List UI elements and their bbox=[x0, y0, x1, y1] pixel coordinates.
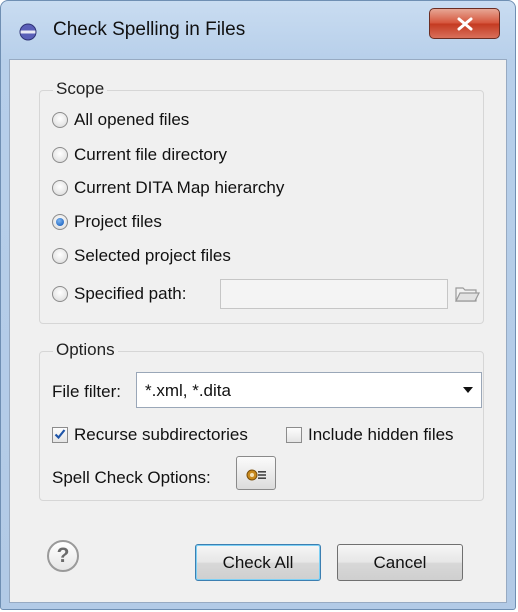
radio-label: Selected project files bbox=[74, 246, 231, 265]
file-filter-combo[interactable]: *.xml, *.dita bbox=[136, 372, 482, 408]
hidden-files-label: Include hidden files bbox=[308, 425, 454, 444]
scope-legend: Scope bbox=[53, 79, 108, 99]
window-title: Check Spelling in Files bbox=[53, 19, 246, 40]
radio-all-opened-files[interactable]: All opened files bbox=[52, 110, 189, 130]
radio-button[interactable] bbox=[52, 248, 68, 264]
options-group: Options File filter: *.xml, *.dita Recur… bbox=[39, 340, 484, 501]
radio-selected-project-files[interactable]: Selected project files bbox=[52, 246, 231, 266]
radio-current-dita-map-hierarchy[interactable]: Current DITA Map hierarchy bbox=[52, 178, 284, 198]
checkmark-icon bbox=[54, 429, 66, 440]
hidden-files-checkbox[interactable] bbox=[286, 427, 302, 443]
check-all-button[interactable]: Check All bbox=[195, 544, 321, 581]
recurse-checkbox[interactable] bbox=[52, 427, 68, 443]
radio-project-files[interactable]: Project files bbox=[52, 212, 162, 232]
dialog-window: Check Spelling in Files Scope All opened… bbox=[0, 0, 516, 610]
radio-button[interactable] bbox=[52, 180, 68, 196]
dialog-body: Scope All opened files Current file dire… bbox=[9, 59, 507, 603]
cancel-button[interactable]: Cancel bbox=[337, 544, 463, 581]
recurse-subdirectories-option[interactable]: Recurse subdirectories bbox=[52, 425, 248, 445]
app-icon bbox=[19, 23, 37, 41]
radio-current-file-directory[interactable]: Current file directory bbox=[52, 145, 227, 165]
scope-group: Scope All opened files Current file dire… bbox=[39, 79, 484, 324]
options-legend: Options bbox=[53, 340, 118, 360]
radio-label: Project files bbox=[74, 212, 162, 231]
file-filter-label: File filter: bbox=[52, 382, 121, 401]
title-bar[interactable]: Check Spelling in Files bbox=[1, 1, 515, 59]
radio-button[interactable] bbox=[52, 147, 68, 163]
recurse-label: Recurse subdirectories bbox=[74, 425, 248, 444]
help-icon[interactable]: ? bbox=[47, 540, 79, 572]
spell-check-options-button[interactable] bbox=[236, 456, 276, 490]
radio-button[interactable] bbox=[52, 286, 68, 302]
radio-label: All opened files bbox=[74, 110, 190, 129]
chevron-down-icon[interactable] bbox=[463, 387, 473, 393]
file-filter-value: *.xml, *.dita bbox=[145, 381, 231, 400]
close-button[interactable] bbox=[429, 8, 500, 39]
browse-folder-icon[interactable] bbox=[454, 283, 480, 305]
include-hidden-files-option[interactable]: Include hidden files bbox=[286, 425, 454, 445]
close-icon bbox=[457, 17, 473, 31]
radio-label: Specified path: bbox=[74, 284, 187, 303]
radio-label: Current file directory bbox=[74, 145, 228, 164]
radio-specified-path[interactable]: Specified path: bbox=[52, 284, 186, 304]
radio-button[interactable] bbox=[52, 112, 68, 128]
specified-path-input[interactable] bbox=[220, 279, 448, 309]
radio-button-selected[interactable] bbox=[52, 214, 68, 230]
spell-check-options-label: Spell Check Options: bbox=[52, 468, 211, 487]
radio-label: Current DITA Map hierarchy bbox=[74, 178, 285, 197]
settings-gear-icon bbox=[246, 469, 266, 481]
